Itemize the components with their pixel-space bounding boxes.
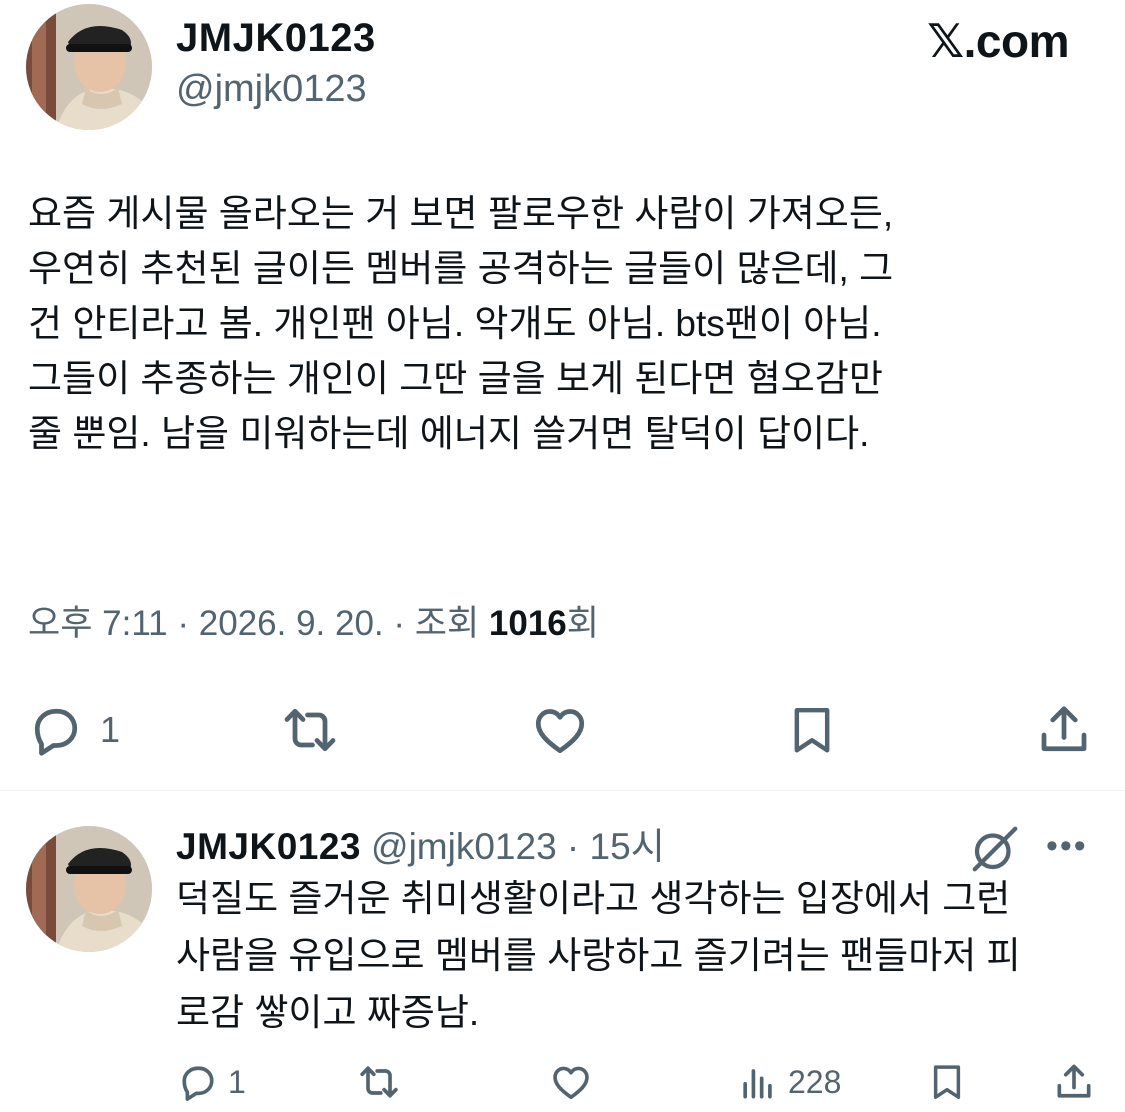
- reply-count: 1: [100, 709, 121, 750]
- author-display-name[interactable]: JMJK0123: [176, 14, 376, 62]
- bookmark-icon: [794, 707, 830, 753]
- bookmark-button[interactable]: [784, 690, 840, 770]
- reply-author-handle[interactable]: @jmjk0123: [371, 826, 557, 867]
- tweet-actions: 1: [0, 690, 1125, 770]
- reply-retweet-button[interactable]: [356, 1052, 402, 1112]
- reply-time[interactable]: 15시: [590, 826, 665, 867]
- avatar[interactable]: [26, 4, 152, 130]
- reply-actions: 1 228: [0, 1052, 1125, 1112]
- more-options-icon[interactable]: •••: [1046, 826, 1094, 866]
- share-button[interactable]: [1034, 690, 1094, 770]
- views-count: 1016: [488, 604, 567, 643]
- x-logo: 𝕏.com: [927, 15, 1069, 67]
- meta-separator: ·: [167, 604, 199, 643]
- reply-bookmark-button[interactable]: [926, 1052, 968, 1112]
- avatar-photo: [26, 826, 152, 952]
- reply-separator: ·: [556, 826, 590, 867]
- views-label: 조회: [414, 604, 489, 643]
- like-button[interactable]: [528, 690, 592, 770]
- views-icon: [743, 1069, 772, 1099]
- reply-icon: [182, 1066, 214, 1101]
- reply-text: 덕질도 즐거운 취미생활이라고 생각하는 입장에서 그런 사람을 유입으로 멤버…: [176, 878, 1021, 1033]
- grok-icon[interactable]: [968, 822, 1022, 876]
- reply-share-button[interactable]: [1052, 1052, 1096, 1112]
- like-icon: [535, 709, 585, 754]
- reply-header: JMJK0123 @jmjk0123 · 15시: [176, 824, 665, 870]
- bookmark-icon: [933, 1065, 961, 1099]
- avatar-photo: [26, 4, 152, 130]
- retweet-icon: [360, 1066, 398, 1098]
- author-handle[interactable]: @jmjk0123: [176, 66, 367, 112]
- tweet-date[interactable]: 2026. 9. 20.: [199, 604, 384, 643]
- reply-reply-button[interactable]: 1: [176, 1052, 246, 1112]
- views-suffix: 회: [566, 604, 599, 643]
- meta-separator: ·: [383, 604, 415, 643]
- reply-views-count: 228: [788, 1063, 842, 1100]
- reply-icon: [34, 708, 78, 756]
- tweet-time[interactable]: 오후 7:11: [28, 604, 168, 643]
- main-tweet: JMJK0123 @jmjk0123 𝕏.com 요즘 게시물 올라오는 거 보…: [0, 0, 1125, 790]
- reply-avatar[interactable]: [26, 826, 152, 952]
- like-icon: [553, 1066, 589, 1100]
- share-icon: [1057, 1064, 1091, 1098]
- reply-like-button[interactable]: [548, 1052, 594, 1112]
- tweet-text: 요즘 게시물 올라오는 거 보면 팔로우한 사람이 가져오든, 우연히 추천된 …: [28, 193, 894, 454]
- divider: [0, 790, 1125, 791]
- retweet-button[interactable]: [278, 690, 342, 770]
- reply-views-button[interactable]: 228: [736, 1052, 841, 1112]
- reply-reply-count: 1: [228, 1063, 246, 1100]
- reply-button[interactable]: 1: [26, 690, 120, 770]
- share-icon: [1041, 706, 1087, 752]
- reply-author-name[interactable]: JMJK0123: [176, 826, 361, 867]
- retweet-icon: [284, 708, 336, 752]
- tweet-meta: 오후 7:11 · 2026. 9. 20. · 조회 1016회: [28, 600, 599, 648]
